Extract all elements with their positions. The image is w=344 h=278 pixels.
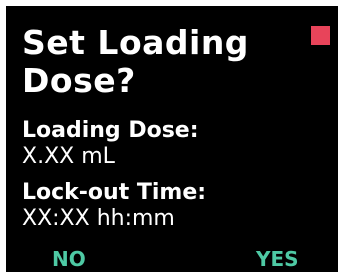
- lockout-time-label: Lock-out Time:: [22, 180, 207, 205]
- no-button[interactable]: NO: [52, 247, 86, 271]
- loading-dose-value: X.XX mL: [22, 144, 115, 169]
- status-indicator-icon: [311, 26, 330, 45]
- loading-dose-label: Loading Dose:: [22, 118, 199, 143]
- lockout-time-value: XX:XX hh:mm: [22, 206, 175, 231]
- title-line-2: Dose?: [22, 61, 136, 100]
- title-line-1: Set Loading: [22, 23, 249, 62]
- page-title: Set Loading Dose?: [22, 24, 249, 100]
- yes-button[interactable]: YES: [256, 247, 299, 271]
- device-screen: Set Loading Dose? Loading Dose: X.XX mL …: [6, 6, 338, 272]
